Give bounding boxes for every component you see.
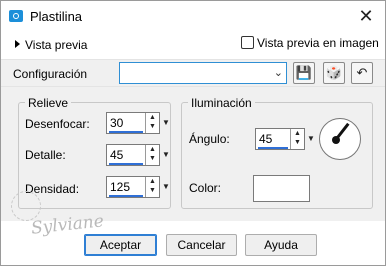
title-bar: Plastilina ✕ (1, 1, 385, 32)
blur-label: Desenfocar: (25, 117, 90, 131)
angle-value[interactable]: 45 (259, 132, 272, 146)
detail-label: Detalle: (25, 148, 66, 162)
flower-decoration-icon (11, 191, 41, 221)
focus-underline (109, 131, 143, 133)
spin-arrows-icon[interactable]: ▲ ▼ (145, 113, 159, 133)
spin-arrows-icon[interactable]: ▲ ▼ (145, 145, 159, 165)
preview-toggle[interactable]: Vista previa (15, 38, 87, 52)
blur-value[interactable]: 30 (110, 116, 123, 130)
configuration-row: Configuración ⌄ 💾 🎲 ↶ (1, 59, 385, 87)
undo-arrow-icon: ↶ (356, 65, 368, 80)
angle-dial[interactable] (319, 118, 361, 160)
checkbox-box[interactable] (241, 36, 254, 49)
density-spinner[interactable]: 125 ▲ ▼ (106, 176, 160, 198)
randomize-button[interactable]: 🎲 (323, 62, 345, 84)
blur-dropdown-arrow-icon[interactable]: ▼ (161, 112, 171, 134)
preview-in-image-checkbox[interactable]: Vista previa en imagen (241, 36, 379, 50)
save-preset-button[interactable]: 💾 (293, 62, 315, 84)
lighting-title: Iluminación (188, 96, 255, 110)
relieve-title: Relieve (25, 96, 72, 110)
spin-arrows-icon[interactable]: ▲ ▼ (145, 177, 159, 197)
reset-button[interactable]: ↶ (351, 62, 373, 84)
blur-spinner[interactable]: 30 ▲ ▼ (106, 112, 160, 134)
help-button[interactable]: Ayuda (245, 234, 317, 256)
angle-spinner[interactable]: 45 ▲ ▼ (255, 128, 305, 150)
angle-dropdown-arrow-icon[interactable]: ▼ (306, 128, 316, 150)
detail-dropdown-arrow-icon[interactable]: ▼ (161, 144, 171, 166)
dice-icon: 🎲 (325, 65, 343, 80)
chevron-down-icon: ⌄ (273, 67, 283, 79)
spin-arrows-icon[interactable]: ▲ ▼ (290, 129, 304, 149)
floppy-disk-icon: 💾 (295, 65, 313, 80)
plastilina-dialog: Plastilina ✕ Vista previa Vista previa e… (0, 0, 386, 266)
accept-button[interactable]: Aceptar (84, 234, 157, 256)
window-title: Plastilina (30, 9, 83, 24)
expand-arrow-icon (15, 40, 20, 48)
app-icon (9, 10, 23, 22)
configuration-label: Configuración (13, 67, 88, 81)
detail-value[interactable]: 45 (110, 148, 123, 162)
preview-in-image-label: Vista previa en imagen (257, 36, 379, 50)
preview-toggle-label: Vista previa (25, 38, 88, 52)
detail-spinner[interactable]: 45 ▲ ▼ (106, 144, 160, 166)
cancel-button[interactable]: Cancelar (166, 234, 237, 256)
dial-needle-icon (334, 122, 350, 141)
angle-label: Ángulo: (189, 132, 230, 146)
focus-underline (109, 195, 143, 197)
density-dropdown-arrow-icon[interactable]: ▼ (161, 176, 171, 198)
color-label: Color: (189, 181, 222, 195)
focus-underline (258, 147, 288, 149)
density-value[interactable]: 125 (110, 180, 130, 194)
close-button[interactable]: ✕ (347, 1, 385, 32)
focus-underline (109, 163, 143, 165)
configuration-dropdown[interactable]: ⌄ (119, 62, 287, 84)
color-swatch[interactable] (253, 175, 310, 202)
